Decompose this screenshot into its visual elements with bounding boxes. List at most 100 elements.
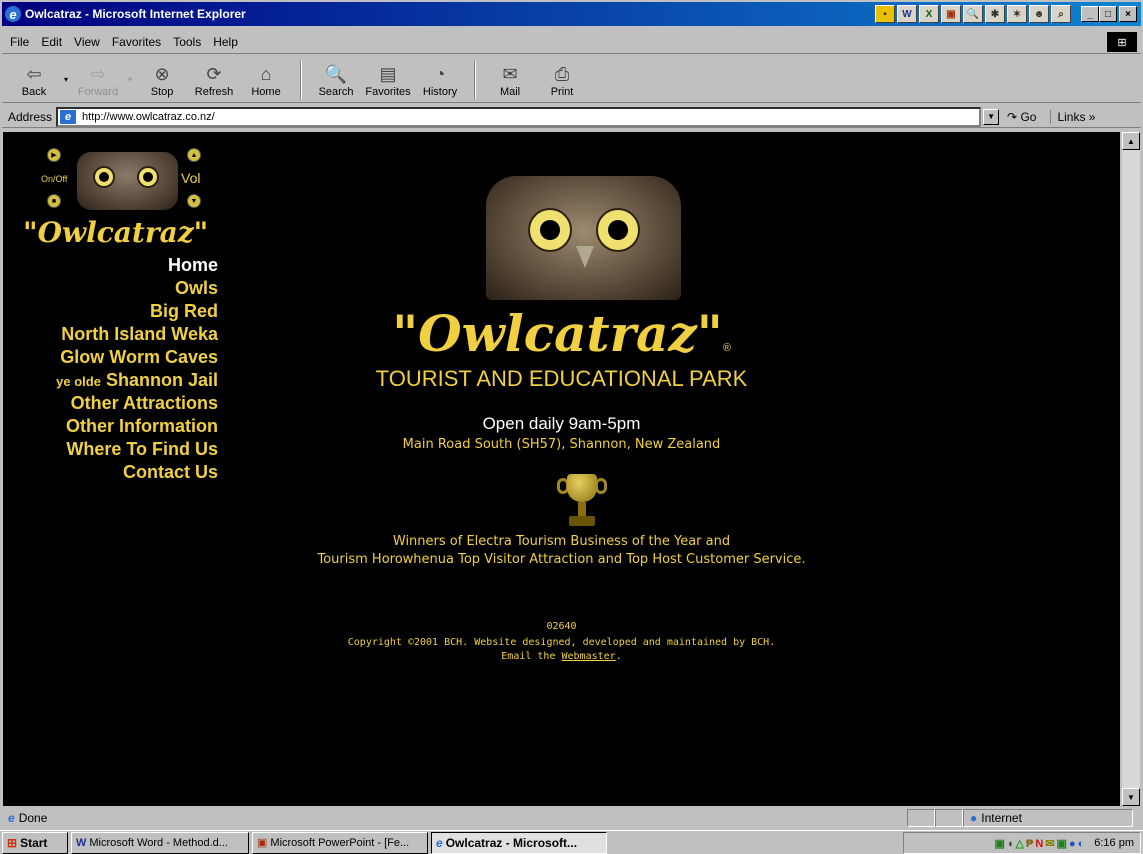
powerpoint-icon: ▣ <box>257 837 268 849</box>
status-bar: e Done ● Internet <box>2 808 1141 828</box>
window-title: Owlcatraz - Microsoft Internet Explorer <box>25 7 246 21</box>
owl-eye-icon <box>596 208 640 252</box>
registered-mark: ® <box>722 342 731 354</box>
home-icon: ⌂ <box>260 63 272 84</box>
park-address: Main Road South (SH57), Shannon, New Zea… <box>402 437 721 452</box>
menu-tools[interactable]: Tools <box>173 35 201 49</box>
mail-icon: ✉ <box>502 63 518 84</box>
internet-globe-icon: ● <box>970 811 978 825</box>
powerpoint-shortcut-icon[interactable]: ▣ <box>941 5 961 23</box>
mail-button[interactable]: ✉ Mail <box>484 62 536 98</box>
toolbar: ⇦ Back ▾ ⇨ Forward ▾ ⊗ Stop ⟳ Refresh ⌂ Home … <box>2 57 1141 103</box>
forward-arrow-icon: ⇨ <box>90 63 106 84</box>
scroll-down-button[interactable]: ▼ <box>1122 788 1140 806</box>
tray-icons: ▣◖△₱N✉▣●◐ <box>994 837 1087 850</box>
system-tray: ▣◖△₱N✉▣●◐ 6:16 pm <box>903 832 1141 854</box>
park-subtitle: TOURIST AND EDUCATIONAL PARK <box>375 366 748 391</box>
webmaster-link[interactable]: Webmaster <box>562 651 616 662</box>
status-text: e Done <box>8 811 48 825</box>
status-cell <box>935 809 963 827</box>
search-icon: 🔍 <box>324 63 348 84</box>
title-bar: e Owlcatraz - Microsoft Internet Explore… <box>2 2 1141 26</box>
back-dropdown-icon[interactable]: ▾ <box>64 75 68 84</box>
history-icon: ◔ <box>434 63 446 84</box>
print-icon: ⎙ <box>554 63 570 84</box>
award-line-1: Winners of Electra Tourism Business of t… <box>392 534 731 549</box>
play-button[interactable]: ▶ <box>47 148 61 162</box>
nav-home[interactable]: Home <box>168 254 218 277</box>
vertical-scrollbar[interactable]: ▲ ▼ <box>1122 132 1140 806</box>
excel-shortcut-icon[interactable]: X <box>919 5 939 23</box>
print-button[interactable]: ⎙ Print <box>536 62 588 98</box>
browser-window: e Owlcatraz - Microsoft Internet Explore… <box>0 0 1143 854</box>
address-input[interactable]: e http://www.owlcatraz.co.nz/ <box>56 106 982 127</box>
hit-counter: 02640 <box>546 621 577 632</box>
nav-other-attractions[interactable]: Other Attractions <box>71 392 218 415</box>
stop-icon: ⊗ <box>154 63 170 84</box>
forward-button[interactable]: ⇨ Forward <box>72 62 124 98</box>
owl-eye-icon <box>528 208 572 252</box>
menu-edit[interactable]: Edit <box>41 35 62 49</box>
start-button[interactable]: ⊞ Start <box>2 831 68 854</box>
main-logo-wrap: "Owlcatraz"® <box>3 304 1120 363</box>
find-shortcut-icon[interactable]: 🔍 <box>963 5 983 23</box>
address-dropdown-icon[interactable]: ▼ <box>983 108 1000 125</box>
search-shortcut-icon[interactable]: ⌕ <box>1051 5 1071 23</box>
ie-icon: e <box>5 6 21 22</box>
security-zone: ● Internet <box>963 809 1133 827</box>
scroll-up-button[interactable]: ▲ <box>1122 132 1140 150</box>
open-hours: 9am-5pm <box>568 414 641 433</box>
taskbar-owlcatraz[interactable]: e Owlcatraz - Microsoft... <box>431 831 607 854</box>
stop-audio-button[interactable]: ■ <box>47 194 61 208</box>
close-button[interactable]: × <box>1119 6 1137 22</box>
address-url[interactable]: http://www.owlcatraz.co.nz/ <box>82 111 215 123</box>
home-button[interactable]: ⌂ Home <box>240 62 292 98</box>
page-done-icon: e <box>8 811 15 825</box>
word-icon: W <box>76 836 87 849</box>
page-content: ▶ ■ On/Off ▲ ▼ Vol "Owlcatraz" Home Owls… <box>3 132 1120 806</box>
main-logo: "Owlcatraz" <box>392 304 723 363</box>
menu-help[interactable]: Help <box>213 35 238 49</box>
tools2-shortcut-icon[interactable]: ✶ <box>1007 5 1027 23</box>
taskbar-powerpoint[interactable]: ▣ Microsoft PowerPoint - [Fe... <box>252 831 428 854</box>
menu-view[interactable]: View <box>74 35 100 49</box>
go-button[interactable]: ↷ Go <box>1007 110 1036 124</box>
nav-owls[interactable]: Owls <box>175 277 218 300</box>
trophy-icon <box>557 470 607 530</box>
history-button[interactable]: ◔ History <box>414 62 466 98</box>
volume-label: Vol <box>181 170 201 186</box>
clock: 6:16 pm <box>1094 837 1134 849</box>
links-button[interactable]: Links » <box>1050 109 1095 124</box>
menu-bar: File Edit View Favorites Tools Help <box>2 30 1141 54</box>
opening-hours: Open daily 9am-5pm <box>3 414 1120 434</box>
forward-dropdown-icon[interactable]: ▾ <box>128 75 132 84</box>
search-button[interactable]: 🔍 Search <box>310 62 362 98</box>
windows-logo-icon: ⊞ <box>1107 32 1137 52</box>
favorites-button[interactable]: ▤ Favorites <box>362 62 414 98</box>
minimize-button[interactable]: _ <box>1081 6 1099 22</box>
menu-file[interactable]: File <box>10 35 29 49</box>
volume-down-button[interactable]: ▼ <box>187 194 201 208</box>
back-arrow-icon: ⇦ <box>26 63 42 84</box>
menu-favorites[interactable]: Favorites <box>112 35 161 49</box>
ie-taskbar-icon: e <box>436 835 443 850</box>
refresh-button[interactable]: ⟳ Refresh <box>188 62 240 98</box>
shortcut-icon[interactable]: ☻ <box>1029 5 1049 23</box>
taskbar-word[interactable]: W Microsoft Word - Method.d... <box>71 831 249 854</box>
stop-button[interactable]: ⊗ Stop <box>136 62 188 98</box>
title-tray: ▪ W X ▣ 🔍 ✱ ✶ ☻ ⌕ _ □ × <box>875 5 1137 23</box>
maximize-button[interactable]: □ <box>1099 6 1117 22</box>
office-shortcut-icon[interactable]: ▪ <box>875 5 895 23</box>
side-logo[interactable]: "Owlcatraz" <box>23 216 208 249</box>
toolbar-separator <box>300 60 303 99</box>
award-line-2: Tourism Horowhenua Top Visitor Attractio… <box>317 552 806 567</box>
open-prefix: Open daily <box>482 414 564 433</box>
back-button[interactable]: ⇦ Back <box>8 62 60 98</box>
address-bar: Address e http://www.owlcatraz.co.nz/ ▼ … <box>2 106 1141 128</box>
refresh-icon: ⟳ <box>206 63 222 84</box>
tools-shortcut-icon[interactable]: ✱ <box>985 5 1005 23</box>
volume-up-button[interactable]: ▲ <box>187 148 201 162</box>
word-shortcut-icon[interactable]: W <box>897 5 917 23</box>
taskbar: ⊞ Start W Microsoft Word - Method.d... ▣ Mi… <box>0 830 1143 854</box>
nav-contact-us[interactable]: Contact Us <box>123 461 218 484</box>
